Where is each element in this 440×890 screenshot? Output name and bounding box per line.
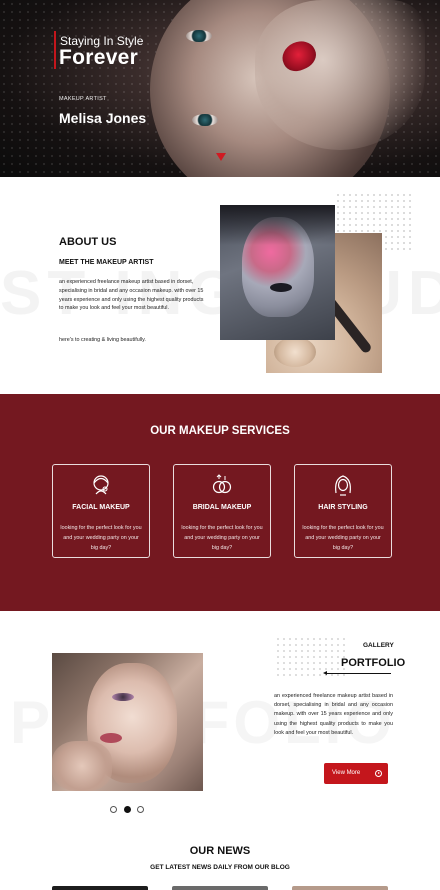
hero-title-line2: Forever: [59, 46, 139, 69]
about-title: ABOUT US: [59, 236, 117, 248]
portfolio-gallery-label: GALLERY: [363, 642, 394, 649]
hero-portrait-eye: [192, 114, 218, 126]
news-card-thumbnail[interactable]: [52, 886, 148, 890]
hero-portrait-eye: [186, 30, 212, 42]
hero-portrait-hand: [255, 0, 425, 150]
slider-dot-1[interactable]: [110, 806, 117, 813]
wedding-rings-icon: [212, 474, 232, 494]
face-makeup-icon: [93, 475, 109, 495]
news-subtitle: GET LATEST NEWS DAILY FROM OUR BLOG: [150, 864, 290, 871]
portfolio-slider-image[interactable]: [52, 653, 203, 791]
hero-subtitle: MAKEUP ARTIST: [59, 96, 107, 102]
hero-banner: Staying In Style Forever MAKEUP ARTIST M…: [0, 0, 440, 177]
service-card-text: looking for the perfect look for you and…: [60, 525, 142, 551]
services-section: OUR MAKEUP SERVICES FACIAL MAKEUP lookin…: [0, 394, 440, 611]
about-photo-model: [220, 205, 335, 340]
model-lips-image: [270, 283, 292, 292]
service-card-title: BRIDAL MAKEUP: [192, 504, 252, 511]
service-card-facial-makeup[interactable]: FACIAL MAKEUP looking for the perfect lo…: [52, 464, 150, 558]
news-card-thumbnail[interactable]: [172, 886, 268, 890]
about-body-text: an experienced freelance makeup artist b…: [59, 279, 204, 312]
play-circle-icon: [375, 770, 382, 777]
services-title: OUR MAKEUP SERVICES: [150, 425, 290, 437]
service-card-hair-styling[interactable]: HAIR STYLING looking for the perfect loo…: [294, 464, 392, 558]
view-more-label: View More: [332, 770, 361, 776]
about-footer-text: here's to creating & living beautifully.: [59, 337, 146, 343]
news-card-thumbnail[interactable]: [292, 886, 388, 890]
portfolio-model-eye: [112, 693, 134, 701]
service-card-bridal-makeup[interactable]: BRIDAL MAKEUP looking for the perfect lo…: [173, 464, 271, 558]
hero-accent-bar: [54, 31, 56, 69]
service-card-title: HAIR STYLING: [318, 504, 368, 511]
portfolio-title-underline: [326, 673, 391, 674]
news-title: OUR NEWS: [189, 845, 251, 857]
portfolio-makeup-hand: [52, 741, 112, 791]
service-card-title: FACIAL MAKEUP: [72, 504, 130, 511]
portfolio-title: PORTFOLIO: [341, 657, 406, 669]
model-hair-image: [220, 205, 335, 245]
portfolio-body-text: an experienced freelance makeup artist b…: [274, 693, 393, 736]
hero-artist-name: Melisa Jones: [59, 110, 147, 126]
service-card-text: looking for the perfect look for you and…: [181, 525, 263, 551]
view-more-button[interactable]: View More: [324, 763, 388, 784]
portfolio-model-lips: [100, 733, 122, 743]
scroll-down-arrow-icon[interactable]: [216, 153, 226, 161]
powder-pan-image: [274, 337, 316, 367]
service-card-text: looking for the perfect look for you and…: [302, 525, 384, 551]
slider-dot-3[interactable]: [137, 806, 144, 813]
slider-dot-2[interactable]: [124, 806, 131, 813]
hair-styling-icon: [335, 475, 351, 496]
about-subtitle: MEET THE MAKEUP ARTIST: [59, 259, 154, 266]
